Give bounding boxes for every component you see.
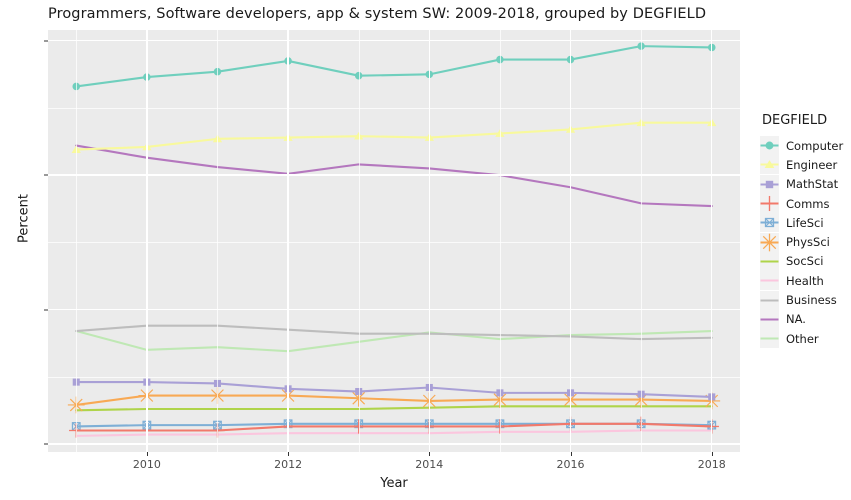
x-axis-tick-label: 2014 <box>415 458 444 471</box>
series-line <box>75 121 713 151</box>
x-axis-tick-mark <box>711 452 713 456</box>
legend-item-label: NA. <box>786 312 806 327</box>
legend-key-swatch <box>760 290 779 310</box>
legend-key-swatch <box>760 251 779 271</box>
x-axis-tick-mark <box>429 452 431 456</box>
legend-item-mathstat[interactable]: MathStat <box>760 174 843 194</box>
y-axis-tick-mark <box>44 174 48 176</box>
data-point-marker-square <box>765 180 774 188</box>
legend-item-label: Business <box>786 293 837 308</box>
x-axis-tick-label: 2010 <box>132 458 161 471</box>
series-socsci <box>75 405 713 412</box>
legend-key-swatch <box>760 329 779 349</box>
legend-key-swatch <box>760 136 779 156</box>
axis-title-y: Percent <box>16 194 32 243</box>
legend-item-label: Comms <box>786 196 830 211</box>
chart-root: Programmers, Software developers, app & … <box>0 0 851 500</box>
y-axis-tick-mark <box>44 443 48 445</box>
legend-item-socsci[interactable]: SocSci <box>760 251 843 271</box>
legend-item-label: PhysSci <box>786 235 830 250</box>
gridline-minor-vertical <box>217 30 219 452</box>
x-axis-tick-label: 2012 <box>274 458 303 471</box>
x-axis-tick-mark <box>570 452 572 456</box>
x-axis-tick-mark <box>288 452 290 456</box>
legend-item-lifesci[interactable]: LifeSci <box>760 213 843 233</box>
gridline-major-horizontal <box>48 443 740 445</box>
gridline-minor-vertical <box>76 30 78 452</box>
legend-items: Computer Engineer MathStat Comms LifeSci Phys… <box>760 136 844 349</box>
gridline-major-vertical <box>287 30 289 452</box>
gridline-major-horizontal <box>48 40 740 42</box>
axis-title-x: Year <box>380 476 408 491</box>
legend-item-label: Other <box>786 331 819 346</box>
legend-item-engineer[interactable]: Engineer <box>760 155 843 175</box>
gridline-minor-vertical <box>499 30 501 452</box>
gridline-major-horizontal <box>48 174 740 176</box>
data-point-marker-circle <box>765 141 774 150</box>
data-point-marker-plus <box>761 195 778 212</box>
legend-item-label: SocSci <box>786 254 824 269</box>
legend-key-swatch <box>760 174 779 194</box>
legend-key-swatch <box>760 194 779 214</box>
gridline-major-vertical <box>711 30 713 452</box>
x-axis-tick-mark <box>146 452 148 456</box>
gridline-minor-horizontal <box>48 242 740 244</box>
legend-item-na[interactable]: NA. <box>760 309 843 329</box>
gridline-minor-horizontal <box>48 376 740 378</box>
gridline-major-vertical <box>428 30 430 452</box>
legend-item-label: Engineer <box>786 157 838 172</box>
series-line <box>75 405 713 412</box>
legend-item-comms[interactable]: Comms <box>760 194 843 214</box>
legend-item-label: MathStat <box>786 177 839 192</box>
series-computer <box>72 42 716 91</box>
plot-panel <box>48 30 740 452</box>
series-layer <box>67 42 721 438</box>
legend-title: DEGFIELD <box>762 113 828 128</box>
legend-key-swatch <box>760 232 779 252</box>
gridline-major-horizontal <box>48 308 740 311</box>
series-line <box>75 45 713 88</box>
page-title: Programmers, Software developers, app & … <box>48 6 707 22</box>
legend-item-label: Computer <box>786 138 844 153</box>
legend-item-label: Health <box>786 273 824 288</box>
y-axis-tick-mark <box>44 309 48 311</box>
legend-item-health[interactable]: Health <box>760 271 843 291</box>
y-axis-tick-mark <box>44 40 48 42</box>
legend-key-swatch <box>760 309 779 329</box>
gridline-major-vertical <box>569 30 572 452</box>
legend-item-computer[interactable]: Computer <box>760 136 844 156</box>
series-engineer <box>71 118 717 153</box>
legend-item-physsci[interactable]: PhysSci <box>760 232 843 252</box>
gridline-minor-horizontal <box>48 107 740 109</box>
x-axis-tick-label: 2016 <box>556 458 585 471</box>
legend-key-swatch <box>760 213 779 233</box>
legend-item-label: LifeSci <box>786 215 824 230</box>
legend-key-swatch <box>760 271 779 291</box>
series-mathstat <box>72 378 716 401</box>
legend-item-business[interactable]: Business <box>760 290 843 310</box>
data-point-marker-asterisk <box>760 233 779 251</box>
legend-item-other[interactable]: Other <box>760 329 843 349</box>
series-line <box>75 394 713 407</box>
legend: DEGFIELD Computer Engineer MathStat Comms Li… <box>760 113 844 349</box>
series-lifesci <box>71 419 717 431</box>
legend-key-swatch <box>760 155 779 175</box>
x-axis-tick-label: 2018 <box>697 458 726 471</box>
gridline-minor-vertical <box>641 30 642 452</box>
gridline-major-vertical <box>146 30 148 452</box>
gridline-minor-vertical <box>358 30 360 452</box>
